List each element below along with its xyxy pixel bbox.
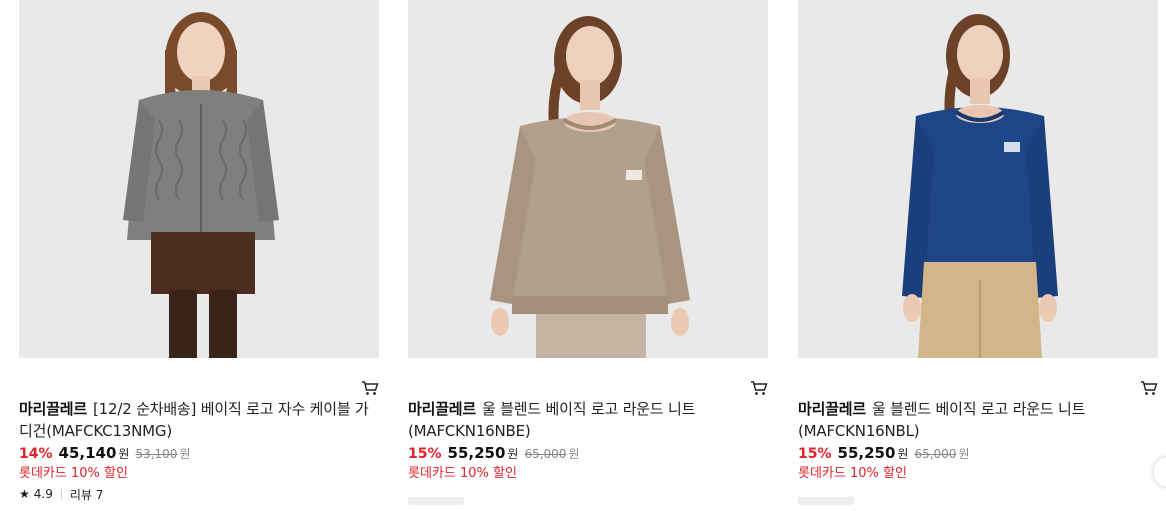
rating-value: 4.9 (33, 487, 53, 501)
price-row: 14% 45,140 원 53,100 원 (19, 444, 379, 464)
sale-price: 55,250 (837, 444, 896, 462)
product-card[interactable]: 마리끌레르 [12/2 순차배송] 베이직 로고 자수 케이블 가디건(MAFCK… (19, 0, 379, 503)
tag-placeholder (798, 497, 854, 505)
card-promo: 롯데카드 10% 할인 (19, 466, 128, 481)
card-promo: 롯데카드 10% 할인 (408, 466, 517, 481)
discount-rate: 15% (798, 446, 832, 462)
star-icon: ★ (19, 487, 30, 501)
product-image[interactable] (798, 0, 1158, 358)
tag-placeholder (408, 497, 464, 505)
currency: 원 (897, 447, 909, 461)
review-count[interactable]: 리뷰 7 (70, 486, 104, 503)
cart-icon[interactable] (1140, 380, 1158, 396)
discount-rate: 14% (19, 446, 53, 462)
price-row: 15% 55,250 원 65,000 원 (798, 444, 1158, 464)
price-row: 15% 55,250 원 65,000 원 (408, 444, 768, 464)
product-title[interactable]: 마리끌레르 [12/2 순차배송] 베이직 로고 자수 케이블 가디건(MAFCK… (19, 398, 379, 442)
currency: 원 (118, 447, 130, 461)
currency: 원 (507, 447, 519, 461)
brand-name: 마리끌레르 (798, 400, 867, 418)
cart-icon[interactable] (361, 380, 379, 396)
sale-price: 45,140 (58, 444, 117, 462)
divider (60, 489, 62, 499)
original-price: 53,100 (135, 447, 178, 461)
product-image[interactable] (408, 0, 768, 358)
cart-icon[interactable] (750, 380, 768, 396)
original-price: 65,000 (914, 447, 957, 461)
product-card[interactable]: 마리끌레르 울 블렌드 베이직 로고 라운드 니트(MAFCKN16NBE) 15… (408, 0, 768, 505)
original-currency: 원 (958, 447, 970, 461)
brand-name: 마리끌레르 (408, 400, 477, 418)
original-currency: 원 (568, 447, 580, 461)
sale-price: 55,250 (447, 444, 506, 462)
brand-name: 마리끌레르 (19, 400, 88, 418)
original-currency: 원 (179, 447, 191, 461)
card-promo: 롯데카드 10% 할인 (798, 466, 907, 481)
product-image[interactable] (19, 0, 379, 358)
product-title[interactable]: 마리끌레르 울 블렌드 베이직 로고 라운드 니트(MAFCKN16NBE) (408, 398, 768, 442)
original-price: 65,000 (524, 447, 567, 461)
product-title[interactable]: 마리끌레르 울 블렌드 베이직 로고 라운드 니트(MAFCKN16NBL) (798, 398, 1158, 442)
rating-row: ★ 4.9 리뷰 7 (19, 485, 379, 503)
product-card[interactable]: 마리끌레르 울 블렌드 베이직 로고 라운드 니트(MAFCKN16NBL) 15… (798, 0, 1158, 505)
discount-rate: 15% (408, 446, 442, 462)
